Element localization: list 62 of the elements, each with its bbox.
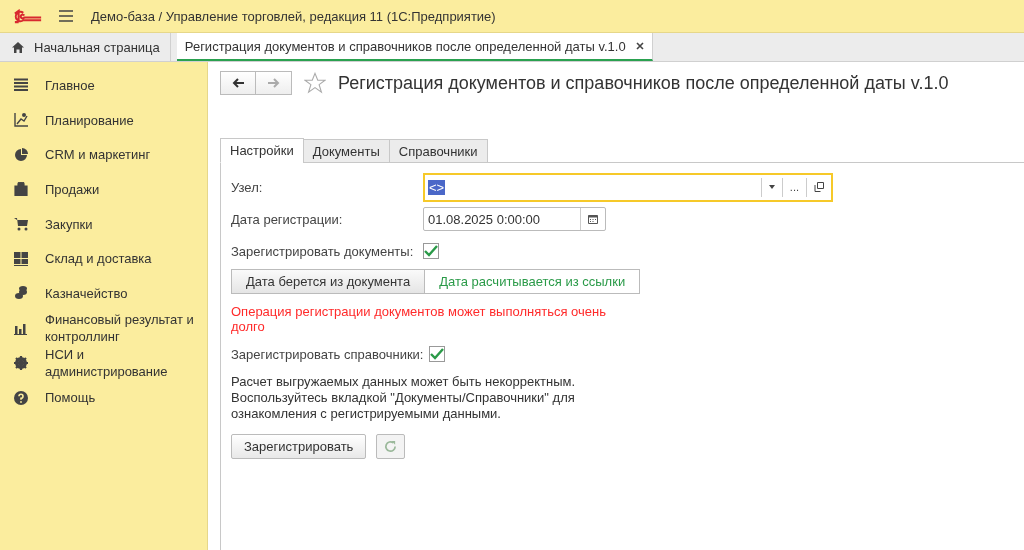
sidebar-label: Финансовый результат и контроллинг xyxy=(45,311,195,346)
tab[interactable]: Настройки xyxy=(220,138,304,163)
tab[interactable]: Документы xyxy=(302,139,390,163)
list-icon xyxy=(14,78,28,93)
checkbox[interactable] xyxy=(423,243,439,259)
sidebar-item[interactable]: НСИ и администрирование xyxy=(0,345,207,381)
logo-icon xyxy=(13,8,43,24)
sidebar-label: Главное xyxy=(45,76,95,94)
open-tab[interactable]: Регистрация документов и справочников после определенной даты v.1.0 xyxy=(176,33,653,61)
chart-icon xyxy=(14,113,28,128)
sidebar-label: Помощь xyxy=(45,389,96,407)
warning-text: Операция регистрации документов может выполняться очень долго xyxy=(231,304,607,334)
field-value: <> xyxy=(428,179,446,195)
sidebar-label: Склад и доставка xyxy=(45,250,152,268)
sidebar-item[interactable]: Закупки xyxy=(0,206,207,242)
sidebar-item[interactable]: Помощь xyxy=(0,380,207,415)
tab[interactable]: Справочники xyxy=(388,139,488,163)
caret-icon xyxy=(768,185,775,189)
forward-arrow-icon xyxy=(267,78,280,88)
star-icon[interactable] xyxy=(304,72,326,94)
sidebar-item[interactable]: Финансовый результат и контроллинг xyxy=(0,310,207,346)
sidebar-label: Планирование xyxy=(45,111,134,129)
refresh-icon xyxy=(384,440,398,453)
info-text: Расчет выгружаемых данных может быть некорректным. Воспользуйтесь вкладкой "Документы/Справочники" для ознакомления с регистрируемыми данными. xyxy=(231,374,577,422)
select-button[interactable]: ... xyxy=(781,177,806,197)
sidebar-label: Продажи xyxy=(45,180,100,198)
sidebar-label: НСИ и администрирование xyxy=(45,345,169,380)
date-field[interactable]: 01.08.2025 0:00:00 xyxy=(423,207,606,231)
sidebar-item[interactable]: Продажи xyxy=(0,172,207,207)
toggle-option[interactable]: Дата берется из документа xyxy=(231,269,426,294)
app-title: Демо-база / Управление торговлей, редакция 11 (1С:Предприятие) xyxy=(91,8,496,24)
field-label: Дата регистрации: xyxy=(231,211,344,227)
close-icon[interactable] xyxy=(635,42,644,50)
calendar-icon xyxy=(588,214,598,224)
pie-chart-icon xyxy=(14,147,28,162)
open-window-icon xyxy=(814,182,824,192)
checkbox[interactable] xyxy=(429,346,446,362)
field-label: Узел: xyxy=(231,179,264,195)
sidebar-item[interactable]: CRM и маркетинг xyxy=(0,137,207,173)
toggle-option[interactable]: Дата расчитывается из ссылки xyxy=(425,269,641,294)
sidebar-label: CRM и маркетинг xyxy=(45,146,151,164)
node-field[interactable]: <> ... xyxy=(423,172,833,202)
sidebar-item[interactable]: Склад и доставка xyxy=(0,241,207,277)
register-button[interactable]: Зарегистрировать xyxy=(231,434,367,459)
form-title: Регистрация документов и справочников после определенной даты v.1.0 xyxy=(338,72,949,94)
menu-icon[interactable] xyxy=(59,10,73,22)
sidebar-item[interactable]: Казначейство xyxy=(0,276,207,311)
bar-chart-icon xyxy=(14,321,28,336)
sidebar-item[interactable]: Главное xyxy=(0,68,207,103)
open-tab[interactable]: Начальная страница xyxy=(0,33,171,61)
sidebar-label: Казначейство xyxy=(45,284,128,302)
sidebar-label: Закупки xyxy=(45,215,93,233)
back-button[interactable] xyxy=(220,71,256,95)
sidebar-item[interactable]: Планирование xyxy=(0,102,207,138)
back-arrow-icon xyxy=(232,78,244,88)
grid-icon xyxy=(14,251,28,266)
checkbox-label: Зарегистрировать справочники: xyxy=(231,346,424,362)
checkbox-label: Зарегистрировать документы: xyxy=(231,243,415,259)
home-icon xyxy=(12,41,24,53)
bag-icon xyxy=(14,182,28,197)
cart-icon xyxy=(14,217,28,232)
help-icon xyxy=(14,390,28,405)
